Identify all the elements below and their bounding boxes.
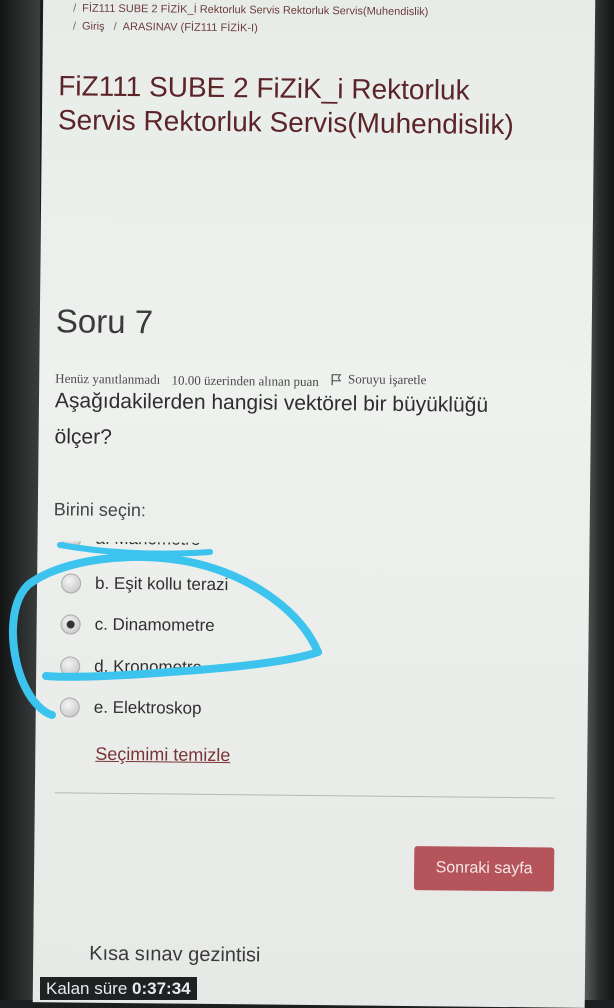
next-page-button[interactable]: Sonraki sayfa: [413, 846, 555, 892]
answer-option-e[interactable]: e. Elektroskop: [59, 692, 202, 723]
answer-option-d[interactable]: d. Kronometre: [60, 651, 202, 682]
answer-option-a[interactable]: a. Manometre: [61, 523, 200, 554]
breadcrumb: / FİZ111 SUBE 2 FİZİK_İ Rektorluk Servis …: [72, 2, 429, 35]
answer-prompt: Birini seçin:: [53, 499, 146, 521]
course-title: FiZ111 SUBE 2 FiZiK_i Rektorluk Servis R…: [57, 70, 514, 141]
breadcrumb-course-link[interactable]: FİZ111 SUBE 2 FİZİK_İ Rektorluk Servis R…: [82, 3, 428, 19]
question-number: Soru 7: [55, 302, 154, 341]
answer-option-b[interactable]: b. Eşit kollu terazi: [60, 568, 229, 600]
answer-option-c[interactable]: c. Dinamometre: [60, 609, 215, 641]
divider: [54, 792, 555, 799]
timer-label: Kalan süre: [46, 979, 128, 998]
answer-option-label: a. Manometre: [95, 528, 201, 549]
radio-e[interactable]: [59, 697, 80, 718]
radio-b[interactable]: [60, 573, 82, 594]
answer-option-label: d. Kronometre: [94, 656, 203, 677]
timer-value: 0:37:34: [132, 979, 191, 998]
answer-options: a. Manometre b. Eşit kollu terazi c. Din…: [59, 527, 362, 718]
time-remaining-badge: Kalan süre 0:37:34: [40, 977, 197, 1000]
quiz-navigation-heading: Kısa sınav gezintisi: [89, 942, 261, 967]
answer-option-label: b. Eşit kollu terazi: [94, 573, 229, 595]
clear-choice-link[interactable]: Seçimimi temizle: [95, 744, 230, 766]
question-text: Aşağıdakilerden hangisi vektörel bir büy…: [54, 389, 489, 449]
answer-option-label: e. Elektroskop: [93, 697, 202, 718]
browser-viewport: / FİZ111 SUBE 2 FİZİK_İ Rektorluk Servis …: [32, 0, 596, 1008]
breadcrumb-home-link[interactable]: Giriş: [82, 21, 105, 33]
radio-d[interactable]: [60, 656, 81, 677]
radio-a[interactable]: [61, 528, 81, 548]
flag-icon: [331, 373, 342, 385]
breadcrumb-quiz-link[interactable]: ARASINAV (FİZ111 FİZİK-I): [123, 21, 258, 34]
answer-option-label: c. Dinamometre: [94, 614, 215, 635]
radio-c-selected[interactable]: [60, 614, 81, 635]
